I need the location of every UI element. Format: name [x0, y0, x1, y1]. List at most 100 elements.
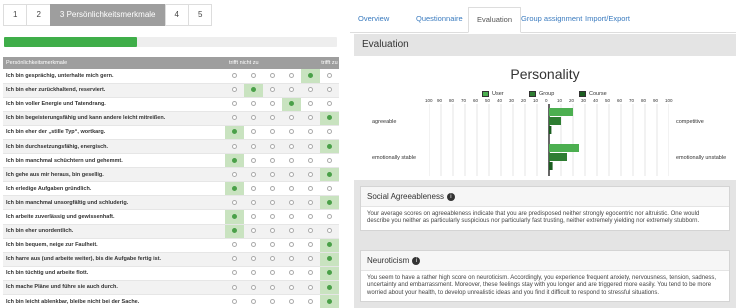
rating-cell[interactable] — [282, 252, 301, 267]
rating-cell[interactable] — [263, 181, 282, 197]
rating-radio[interactable] — [232, 228, 237, 234]
pager-item[interactable]: 5 — [187, 4, 213, 26]
rating-cell[interactable] — [282, 69, 301, 84]
rating-radio[interactable] — [270, 256, 275, 262]
rating-cell[interactable] — [320, 238, 339, 253]
rating-radio[interactable] — [327, 157, 332, 163]
rating-radio[interactable] — [289, 185, 294, 191]
rating-radio[interactable] — [251, 72, 256, 78]
rating-cell[interactable] — [301, 97, 320, 112]
rating-radio[interactable] — [308, 242, 313, 248]
rating-radio[interactable] — [232, 115, 237, 121]
rating-cell[interactable] — [282, 97, 301, 112]
rating-radio[interactable] — [308, 143, 313, 149]
rating-radio[interactable] — [308, 270, 313, 276]
rating-radio[interactable] — [232, 101, 237, 107]
rating-radio[interactable] — [308, 214, 313, 220]
rating-radio[interactable] — [232, 185, 237, 191]
rating-radio[interactable] — [270, 199, 275, 205]
rating-cell[interactable] — [301, 294, 320, 308]
rating-cell[interactable] — [282, 294, 301, 308]
rating-radio[interactable] — [289, 171, 294, 177]
rating-cell[interactable] — [320, 139, 339, 155]
rating-radio[interactable] — [289, 199, 294, 205]
rating-radio[interactable] — [308, 256, 313, 262]
rating-radio[interactable] — [232, 87, 237, 93]
rating-radio[interactable] — [270, 242, 275, 248]
rating-radio[interactable] — [308, 171, 313, 177]
rating-cell[interactable] — [282, 83, 301, 98]
rating-cell[interactable] — [320, 167, 339, 183]
rating-radio[interactable] — [289, 228, 294, 234]
rating-cell[interactable] — [263, 167, 282, 183]
rating-cell[interactable] — [225, 266, 244, 281]
rating-radio[interactable] — [270, 143, 275, 149]
rating-cell[interactable] — [225, 209, 244, 225]
rating-cell[interactable] — [244, 83, 263, 98]
rating-radio[interactable] — [270, 228, 275, 234]
rating-cell[interactable] — [320, 153, 339, 169]
rating-cell[interactable] — [225, 83, 244, 98]
rating-radio[interactable] — [308, 199, 313, 205]
rating-radio[interactable] — [289, 298, 294, 304]
rating-radio[interactable] — [289, 242, 294, 248]
rating-cell[interactable] — [320, 125, 339, 140]
rating-cell[interactable] — [263, 294, 282, 308]
rating-radio[interactable] — [251, 256, 256, 262]
rating-cell[interactable] — [301, 280, 320, 296]
rating-radio[interactable] — [289, 270, 294, 276]
rating-cell[interactable] — [301, 195, 320, 211]
rating-cell[interactable] — [225, 153, 244, 169]
rating-radio[interactable] — [251, 284, 256, 290]
rating-cell[interactable] — [263, 83, 282, 98]
rating-radio[interactable] — [232, 72, 237, 78]
rating-radio[interactable] — [327, 143, 332, 149]
rating-radio[interactable] — [327, 228, 332, 234]
rating-cell[interactable] — [225, 238, 244, 253]
rating-cell[interactable] — [282, 153, 301, 169]
rating-radio[interactable] — [232, 298, 237, 304]
rating-radio[interactable] — [270, 129, 275, 135]
tab-questionnaire[interactable]: Questionnaire — [408, 7, 471, 33]
rating-radio[interactable] — [232, 284, 237, 290]
rating-radio[interactable] — [289, 129, 294, 135]
tab-import-export[interactable]: Import/Export — [577, 7, 638, 33]
rating-radio[interactable] — [232, 270, 237, 276]
rating-radio[interactable] — [270, 270, 275, 276]
rating-cell[interactable] — [225, 139, 244, 155]
rating-cell[interactable] — [282, 266, 301, 281]
rating-radio[interactable] — [289, 87, 294, 93]
rating-cell[interactable] — [263, 97, 282, 112]
rating-cell[interactable] — [244, 280, 263, 296]
rating-radio[interactable] — [289, 157, 294, 163]
rating-cell[interactable] — [263, 195, 282, 211]
rating-radio[interactable] — [270, 101, 275, 107]
info-icon[interactable]: i — [446, 192, 455, 201]
rating-cell[interactable] — [282, 181, 301, 197]
rating-radio[interactable] — [270, 214, 275, 220]
rating-radio[interactable] — [327, 242, 332, 248]
rating-cell[interactable] — [301, 69, 320, 84]
rating-cell[interactable] — [225, 224, 244, 239]
rating-radio[interactable] — [308, 101, 313, 107]
rating-cell[interactable] — [301, 238, 320, 253]
rating-cell[interactable] — [320, 209, 339, 225]
rating-cell[interactable] — [282, 280, 301, 296]
rating-cell[interactable] — [225, 111, 244, 126]
rating-radio[interactable] — [289, 284, 294, 290]
rating-cell[interactable] — [263, 224, 282, 239]
rating-cell[interactable] — [244, 195, 263, 211]
rating-cell[interactable] — [225, 97, 244, 112]
rating-radio[interactable] — [308, 72, 313, 78]
rating-cell[interactable] — [263, 238, 282, 253]
rating-radio[interactable] — [327, 129, 332, 135]
rating-cell[interactable] — [244, 111, 263, 126]
rating-radio[interactable] — [327, 185, 332, 191]
rating-radio[interactable] — [308, 228, 313, 234]
rating-radio[interactable] — [289, 143, 294, 149]
rating-radio[interactable] — [327, 214, 332, 220]
rating-cell[interactable] — [244, 97, 263, 112]
rating-radio[interactable] — [289, 72, 294, 78]
rating-radio[interactable] — [251, 171, 256, 177]
rating-cell[interactable] — [282, 139, 301, 155]
